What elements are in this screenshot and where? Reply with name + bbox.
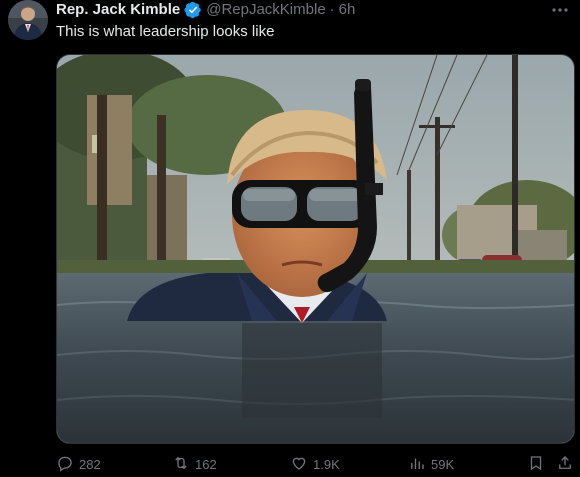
tweet-header: Rep. Jack Kimble @RepJackKimble · 6h	[56, 1, 540, 19]
tweet-image[interactable]	[56, 54, 575, 444]
share-button[interactable]	[556, 454, 574, 475]
author-display-name[interactable]: Rep. Jack Kimble	[56, 1, 180, 19]
views-icon	[408, 454, 426, 475]
views-count: 59K	[431, 457, 455, 472]
share-icon	[556, 454, 574, 475]
author-handle[interactable]: @RepJackKimble	[206, 1, 325, 19]
bookmark-button[interactable]	[527, 454, 545, 475]
separator-dot: ·	[329, 1, 335, 18]
like-icon	[290, 454, 308, 475]
repost-icon	[172, 454, 190, 475]
post-time[interactable]: 6h	[339, 1, 356, 19]
reply-icon	[56, 454, 74, 475]
repost-button[interactable]: 162	[172, 454, 217, 475]
bookmark-icon	[527, 454, 545, 475]
like-count: 1.9K	[313, 457, 340, 472]
tweet-text: This is what leadership looks like	[56, 23, 275, 40]
author-avatar[interactable]	[8, 0, 48, 40]
action-bar: 282 162 1.9K 59K	[56, 454, 576, 476]
more-icon[interactable]	[548, 0, 572, 22]
reply-button[interactable]: 282	[56, 454, 101, 475]
like-button[interactable]: 1.9K	[290, 454, 340, 475]
repost-count: 162	[195, 457, 217, 472]
verified-badge-icon[interactable]	[184, 1, 202, 19]
views-button[interactable]: 59K	[408, 454, 454, 475]
reply-count: 282	[79, 457, 101, 472]
